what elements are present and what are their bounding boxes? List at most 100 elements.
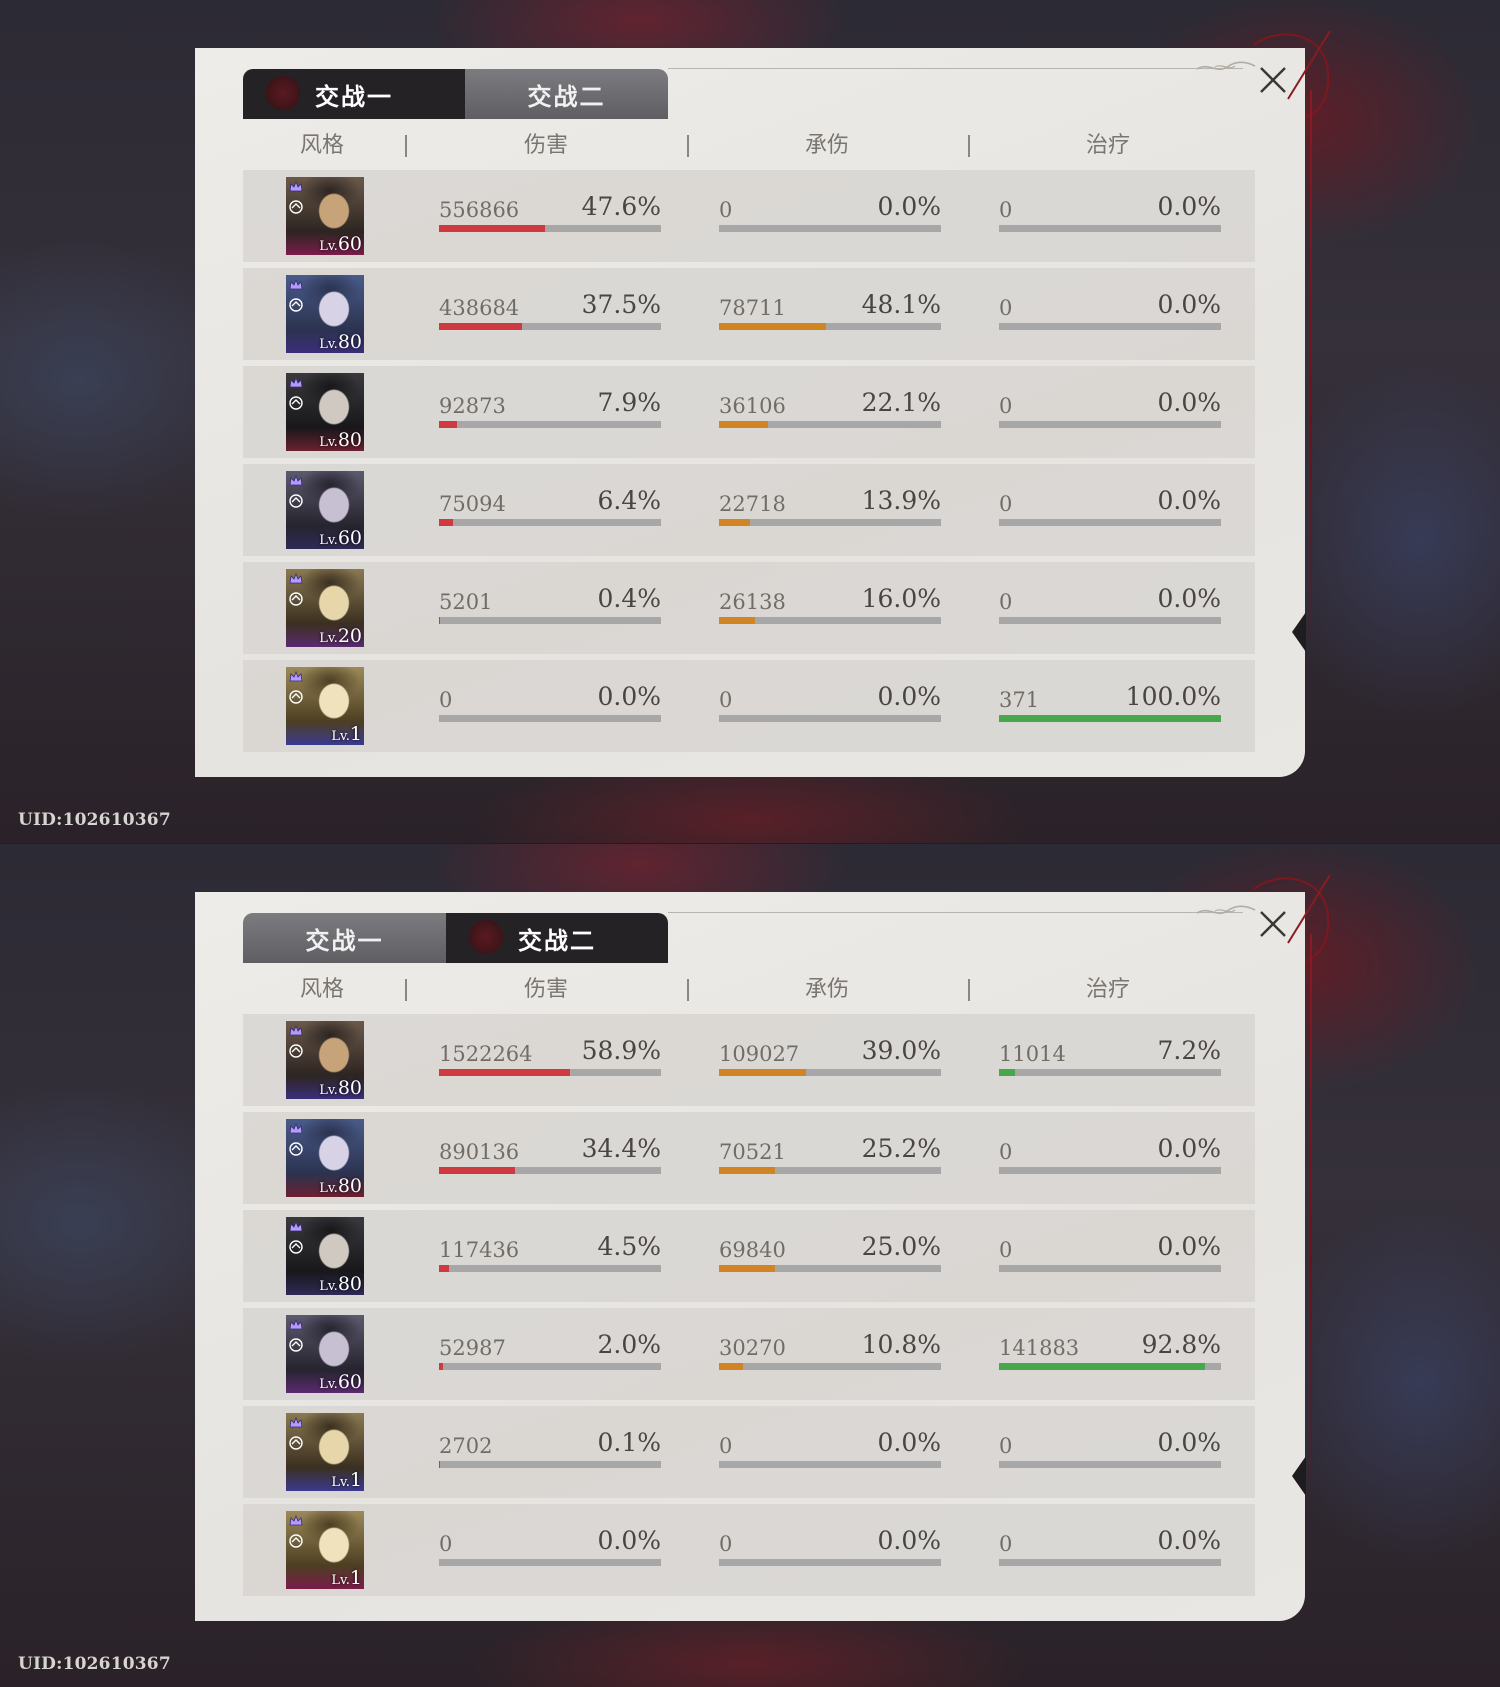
character-avatar[interactable]: Lv.80: [286, 1217, 364, 1295]
close-icon[interactable]: [1255, 62, 1291, 98]
damage-stat-percent: 6.4%: [597, 486, 661, 515]
healing-stat-percent: 7.2%: [1157, 1036, 1221, 1065]
tanked-stat-bar-fill: [719, 1363, 743, 1370]
character-level: Lv.80: [319, 429, 362, 451]
damage-stat-value: 52987: [439, 1336, 506, 1360]
character-avatar[interactable]: Lv.60: [286, 1315, 364, 1393]
header-style: 风格: [300, 977, 345, 1002]
tanked-stat-value: 26138: [719, 590, 786, 614]
healing-stat-bar-fill: [999, 715, 1221, 722]
role-badge-icon: [289, 200, 303, 214]
character-avatar[interactable]: Lv.1: [286, 1413, 364, 1491]
tanked-stat-value: 69840: [719, 1238, 786, 1262]
tanked-stat-bar: [719, 1461, 941, 1468]
tab-battle-one[interactable]: 交战一: [243, 913, 446, 963]
rank-badge-icon: [289, 1514, 303, 1526]
damage-stat-percent: 34.4%: [581, 1134, 661, 1163]
healing-stat-value: 371: [999, 688, 1040, 712]
panel-side-notch: [1292, 1456, 1306, 1496]
healing-stat-bar: [999, 617, 1221, 624]
role-badge-icon: [289, 690, 303, 704]
divider-line: [668, 68, 1243, 69]
damage-stat-value: 92873: [439, 394, 506, 418]
damage-stat-bar-fill: [439, 225, 545, 232]
tab-battle-two[interactable]: 交战二: [446, 913, 668, 963]
character-avatar[interactable]: Lv.20: [286, 569, 364, 647]
character-avatar[interactable]: Lv.80: [286, 1119, 364, 1197]
damage-stat-bar-fill: [439, 617, 440, 624]
damage-stat-value: 890136: [439, 1140, 520, 1164]
healing-stat-bar: [999, 1363, 1221, 1370]
character-avatar[interactable]: Lv.1: [286, 1511, 364, 1589]
healing-stat: 0 0.0%: [999, 192, 1221, 232]
healing-stat-percent: 0.0%: [1157, 1526, 1221, 1555]
tanked-stat-bar-fill: [719, 617, 755, 624]
character-avatar[interactable]: Lv.80: [286, 373, 364, 451]
tanked-stat: 22718 13.9%: [719, 486, 941, 526]
table-row: Lv.20 5201 0.4% 26138 16.0% 0 0.0%: [243, 562, 1255, 654]
damage-stat: 438684 37.5%: [439, 290, 661, 330]
table-row: Lv.1 0 0.0% 0 0.0% 0 0.0%: [243, 1504, 1255, 1596]
character-avatar[interactable]: Lv.80: [286, 1021, 364, 1099]
character-avatar[interactable]: Lv.1: [286, 667, 364, 745]
healing-stat-percent: 92.8%: [1141, 1330, 1221, 1359]
character-avatar[interactable]: Lv.60: [286, 471, 364, 549]
damage-stat-percent: 2.0%: [597, 1330, 661, 1359]
tab-battle-two[interactable]: 交战二: [465, 69, 668, 119]
table-row: Lv.60 52987 2.0% 30270 10.8% 141883 92.8%: [243, 1308, 1255, 1400]
tanked-stat-bar: [719, 323, 941, 330]
healing-stat-bar: [999, 1265, 1221, 1272]
damage-stat-bar: [439, 1363, 661, 1370]
damage-stat-value: 556866: [439, 198, 520, 222]
role-badge-icon: [289, 1142, 303, 1156]
tanked-stat-value: 0: [719, 198, 733, 222]
header-separator: [968, 135, 970, 157]
tanked-stat-percent: 16.0%: [861, 584, 941, 613]
role-badge-icon: [289, 1338, 303, 1352]
healing-stat-value: 0: [999, 1532, 1013, 1556]
tanked-stat: 30270 10.8%: [719, 1330, 941, 1370]
tanked-stat-bar-fill: [719, 1167, 775, 1174]
character-level: Lv.1: [331, 1567, 362, 1589]
tanked-stat-bar: [719, 1363, 941, 1370]
uid-label: UID:102610367: [18, 1654, 171, 1674]
role-badge-icon: [289, 1436, 303, 1450]
tanked-stat-value: 36106: [719, 394, 786, 418]
tanked-stat-percent: 22.1%: [861, 388, 941, 417]
healing-stat-percent: 0.0%: [1157, 1232, 1221, 1261]
character-avatar[interactable]: Lv.80: [286, 275, 364, 353]
role-badge-icon: [289, 1534, 303, 1548]
healing-stat-bar: [999, 715, 1221, 722]
healing-stat-bar: [999, 1167, 1221, 1174]
tanked-stat-value: 0: [719, 1434, 733, 1458]
damage-stat-percent: 0.4%: [597, 584, 661, 613]
header-separator: [405, 979, 407, 1001]
table-row: Lv.1 0 0.0% 0 0.0% 371 100.0%: [243, 660, 1255, 752]
header-style: 风格: [300, 133, 345, 158]
character-avatar[interactable]: Lv.60: [286, 177, 364, 255]
tanked-stat-percent: 39.0%: [861, 1036, 941, 1065]
damage-stat-bar: [439, 1167, 661, 1174]
close-icon[interactable]: [1255, 906, 1291, 942]
tanked-stat-value: 78711: [719, 296, 786, 320]
character-level: Lv.80: [319, 1175, 362, 1197]
character-level: Lv.1: [331, 723, 362, 745]
healing-stat-value: 0: [999, 492, 1013, 516]
damage-stat-bar: [439, 519, 661, 526]
rank-badge-icon: [289, 1416, 303, 1428]
healing-stat: 0 0.0%: [999, 1428, 1221, 1468]
damage-stat: 92873 7.9%: [439, 388, 661, 428]
tanked-stat-bar-fill: [719, 519, 750, 526]
tab-battle-one[interactable]: 交战一: [243, 69, 465, 119]
header-damage: 伤害: [524, 977, 569, 1002]
healing-stat: 0 0.0%: [999, 388, 1221, 428]
damage-stat-percent: 4.5%: [597, 1232, 661, 1261]
rank-badge-icon: [289, 1122, 303, 1134]
tanked-stat-bar: [719, 1559, 941, 1566]
character-level: Lv.60: [319, 233, 362, 255]
header-tanked: 承伤: [805, 133, 850, 158]
healing-stat-bar: [999, 1461, 1221, 1468]
healing-stat-percent: 0.0%: [1157, 1428, 1221, 1457]
damage-stat-bar-fill: [439, 1363, 444, 1370]
tanked-stat-value: 109027: [719, 1042, 800, 1066]
